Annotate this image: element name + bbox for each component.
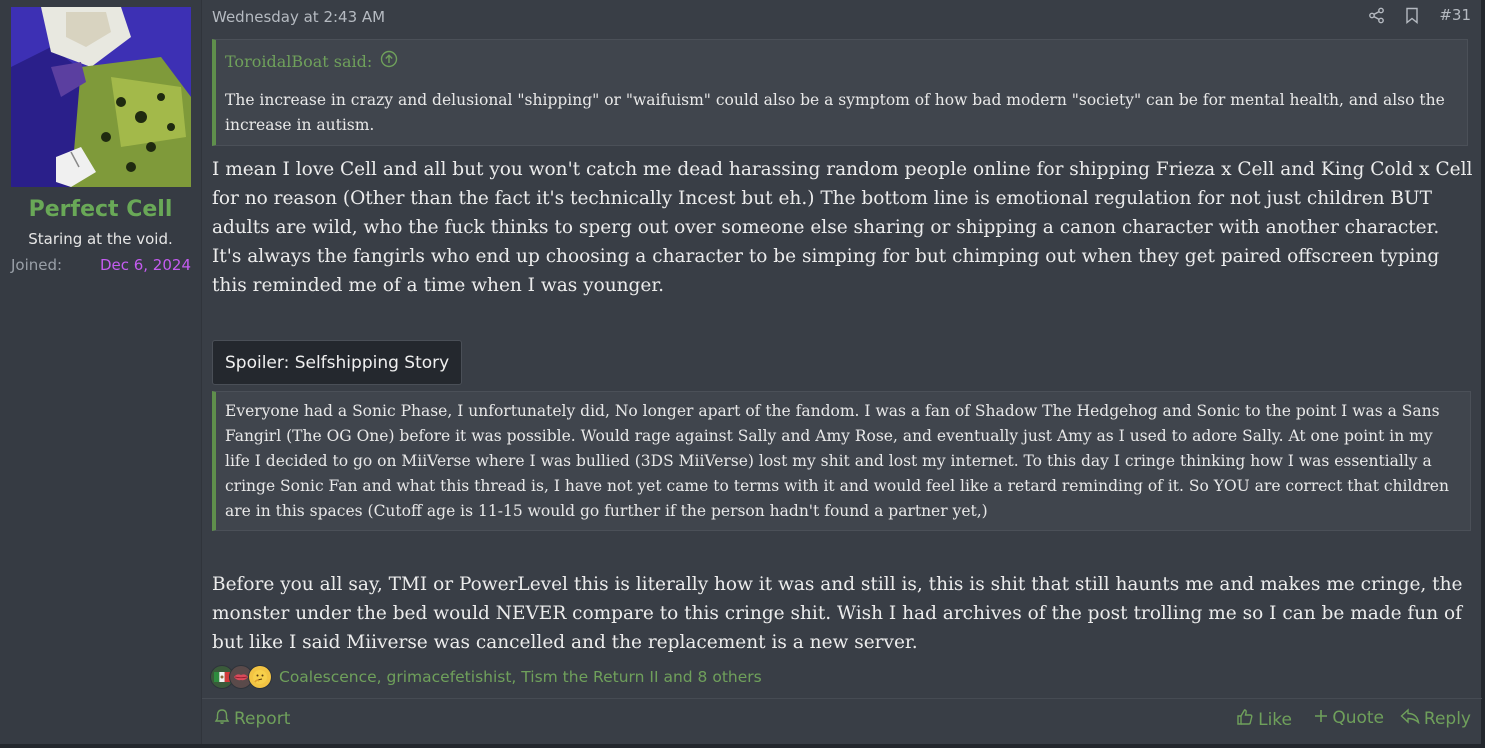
post-date[interactable]: Wednesday at 2:43 AM bbox=[212, 8, 385, 26]
quote-block: ToroidalBoat said: The increase in crazy… bbox=[212, 39, 1468, 146]
post-number[interactable]: #31 bbox=[1439, 6, 1471, 24]
post-tools: #31 bbox=[1367, 6, 1471, 24]
reactions-bar: Coalescence, grimacefetishist, Tism the … bbox=[210, 665, 762, 689]
joined-date: Dec 6, 2024 bbox=[99, 256, 191, 274]
arrow-up-circle-icon[interactable] bbox=[380, 50, 398, 72]
reaction-users-link[interactable]: Coalescence, grimacefetishist, Tism the … bbox=[279, 668, 762, 686]
reply-arrow-icon bbox=[1400, 708, 1420, 729]
spoiler-button[interactable]: Spoiler: Selfshipping Story bbox=[212, 340, 463, 385]
user-info-panel: Perfect Cell Staring at the void. Joined… bbox=[0, 0, 202, 744]
quote-author[interactable]: ToroidalBoat said: bbox=[225, 52, 372, 71]
spoiler-content: Everyone had a Sonic Phase, I unfortunat… bbox=[212, 391, 1471, 531]
bookmark-icon[interactable] bbox=[1403, 6, 1421, 24]
joined-label: Joined: bbox=[11, 256, 63, 274]
plus-icon bbox=[1314, 708, 1328, 728]
report-button[interactable]: Report bbox=[214, 708, 290, 730]
like-label: Like bbox=[1258, 709, 1292, 730]
reply-button[interactable]: Reply bbox=[1400, 708, 1471, 729]
joined-row: Joined: Dec 6, 2024 bbox=[11, 256, 191, 274]
report-label: Report bbox=[234, 709, 291, 729]
quote-text: The increase in crazy and delusional "sh… bbox=[225, 91, 1445, 134]
user-title: Staring at the void. bbox=[28, 230, 173, 248]
quote-header[interactable]: ToroidalBoat said: bbox=[225, 50, 398, 72]
username[interactable]: Perfect Cell bbox=[0, 197, 201, 222]
post-footer: Report Like Quote Reply bbox=[202, 698, 1482, 745]
quote-label: Quote bbox=[1332, 708, 1384, 728]
reply-label: Reply bbox=[1423, 708, 1471, 729]
post-paragraph: Before you all say, TMI or PowerLevel th… bbox=[212, 574, 1463, 653]
forum-post: Perfect Cell Staring at the void. Joined… bbox=[0, 0, 1485, 748]
like-button[interactable]: Like bbox=[1236, 708, 1292, 731]
post-main: Wednesday at 2:43 AM #31 ToroidalBoat sa… bbox=[202, 0, 1482, 745]
quote-button[interactable]: Quote bbox=[1314, 708, 1384, 728]
avatar[interactable] bbox=[11, 7, 191, 187]
thinking-face-icon[interactable] bbox=[248, 665, 272, 689]
bell-icon bbox=[214, 708, 230, 730]
post-paragraph: I mean I love Cell and all but you won't… bbox=[212, 159, 1473, 296]
thumbs-up-icon bbox=[1236, 708, 1254, 731]
share-icon[interactable] bbox=[1367, 6, 1385, 24]
avatar-image bbox=[11, 7, 191, 187]
